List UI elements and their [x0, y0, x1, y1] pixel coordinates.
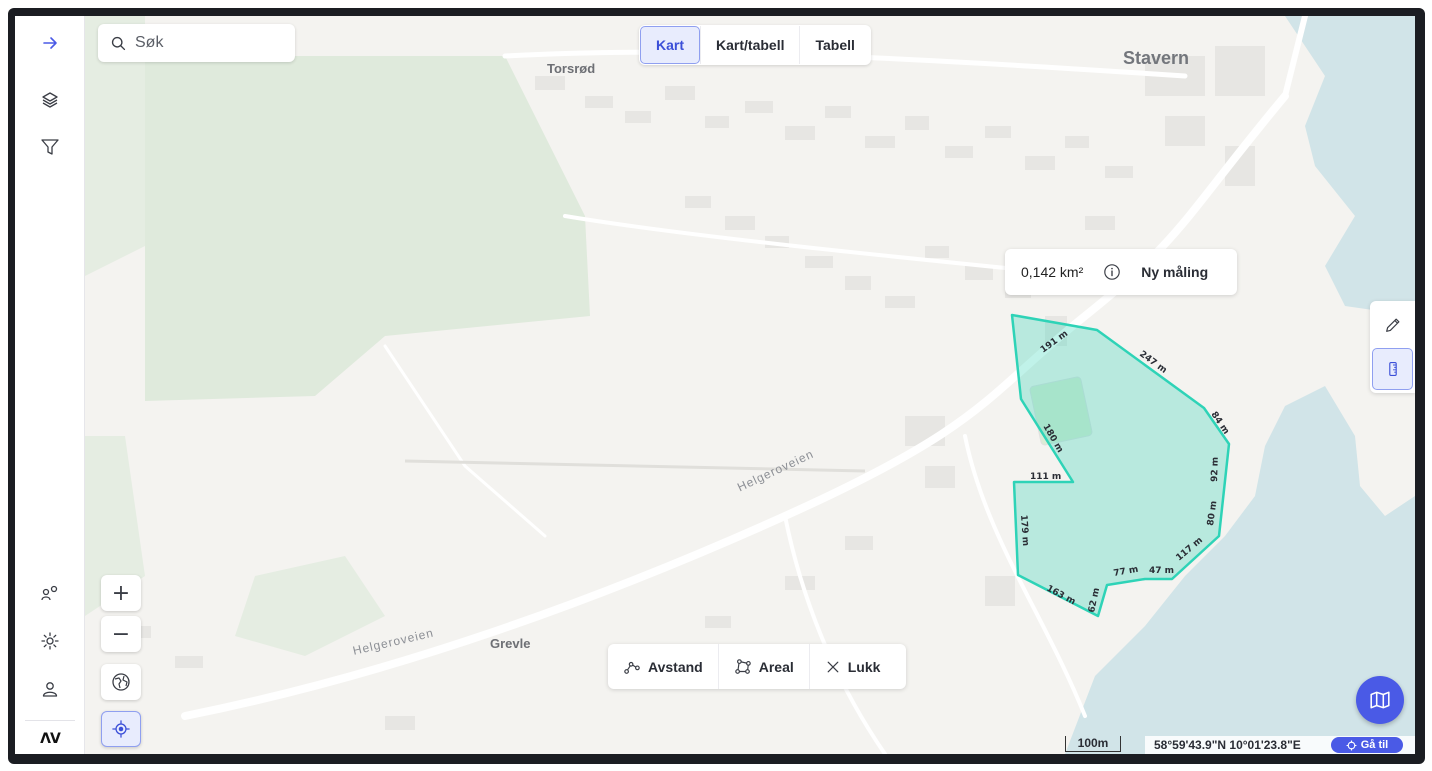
map-app: Stavern Torsrød Grevle Helgeroveien Helg…	[15, 16, 1415, 754]
plus-icon: +	[111, 580, 131, 606]
area-button[interactable]: Areal	[717, 644, 809, 689]
goto-label: Gå til	[1360, 739, 1389, 751]
draw-tools	[1370, 301, 1415, 393]
map-icon	[1370, 691, 1390, 709]
sidebar-item-expand[interactable]	[25, 23, 75, 63]
area-icon	[734, 658, 751, 674]
tab-tabell[interactable]: Tabell	[799, 26, 869, 64]
measure-toolbar: Avstand Areal Lukk	[608, 644, 906, 689]
close-label: Lukk	[847, 658, 881, 675]
globe-icon	[112, 673, 130, 691]
minus-icon: −	[111, 621, 131, 647]
sidebar-item-users[interactable]	[25, 573, 75, 613]
user-icon	[42, 682, 58, 697]
locate-button[interactable]	[101, 711, 141, 747]
sidebar-item-settings[interactable]	[25, 621, 75, 661]
distance-label: Avstand	[648, 658, 703, 675]
tab-kart-tabell[interactable]: Kart/tabell	[700, 26, 799, 64]
users-icon	[41, 585, 58, 601]
search-input[interactable]	[135, 34, 275, 52]
distance-icon	[624, 661, 640, 674]
draw-pencil-button[interactable]	[1372, 304, 1413, 346]
segment-label: 47 m	[1149, 566, 1174, 576]
ruler-icon	[1388, 362, 1397, 376]
view-toggle: Kart Kart/tabell Tabell	[639, 25, 871, 65]
arrow-right-icon	[43, 37, 57, 49]
zoom-out-button[interactable]: −	[101, 616, 141, 652]
pencil-icon	[1385, 318, 1399, 332]
tab-kart[interactable]: Kart	[640, 26, 701, 64]
location-icon	[112, 720, 130, 738]
search-box[interactable]	[98, 24, 295, 62]
info-icon	[1104, 264, 1121, 280]
sidebar-item-profile[interactable]	[25, 669, 75, 709]
crosshair-icon	[1346, 740, 1357, 750]
segment-label: 111 m	[1030, 472, 1061, 482]
sidebar-divider	[25, 720, 75, 721]
info-button[interactable]	[1103, 263, 1121, 281]
app-logo: ΛV	[40, 731, 61, 747]
sidebar-item-filter[interactable]	[25, 127, 75, 167]
layers-icon	[42, 92, 58, 108]
zoom-in-button[interactable]: +	[101, 575, 141, 611]
scale-bar: 100m	[1065, 736, 1121, 752]
coordinates-text: 58°59'43.9"N 10°01'23.8"E	[1154, 738, 1301, 752]
search-icon	[111, 36, 126, 50]
area-label: Areal	[758, 658, 794, 675]
measurement-result: 0,142 km² Ny måling	[1005, 249, 1237, 295]
filter-icon	[41, 139, 59, 155]
sidebar-item-layers[interactable]	[25, 80, 75, 120]
sidebar: ΛV	[15, 16, 85, 754]
new-measurement-button[interactable]: Ny måling	[1141, 264, 1208, 280]
distance-button[interactable]: Avstand	[608, 644, 718, 689]
map-menu-button[interactable]	[1356, 676, 1404, 724]
basemap-button[interactable]	[101, 664, 141, 700]
goto-button[interactable]: Gå til	[1331, 737, 1403, 753]
gear-icon	[41, 632, 59, 650]
segment-label: 92 m	[1210, 457, 1221, 482]
draw-ruler-button[interactable]	[1372, 348, 1413, 390]
area-value: 0,142 km²	[1021, 264, 1084, 280]
close-icon	[827, 661, 839, 672]
close-button[interactable]: Lukk	[808, 644, 896, 689]
